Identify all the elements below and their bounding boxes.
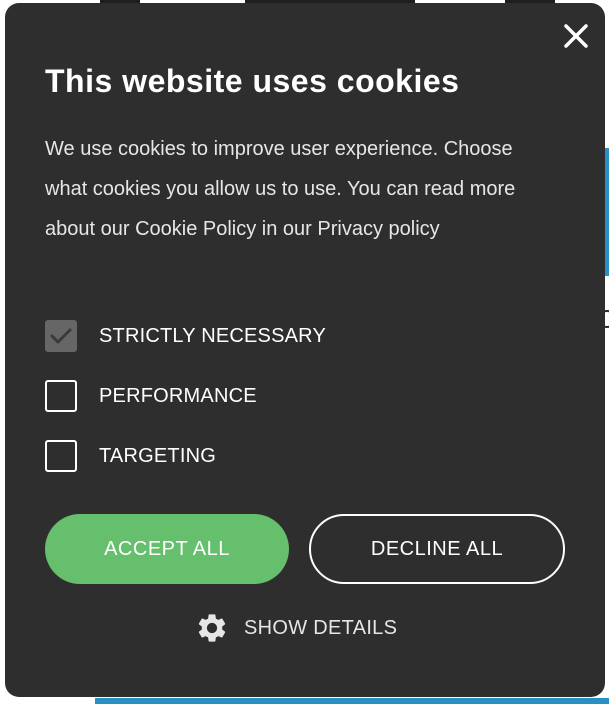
description-text: We use cookies to improve user experienc…: [45, 138, 516, 240]
accept-all-button[interactable]: ACCEPT ALL: [45, 514, 289, 584]
performance-checkbox[interactable]: [45, 380, 77, 412]
option-performance[interactable]: PERFORMANCE: [45, 380, 326, 440]
background-fragment: [95, 698, 609, 704]
strictly-necessary-checkbox: [45, 320, 77, 352]
privacy-policy-link[interactable]: Privacy policy: [317, 218, 439, 240]
dialog-description: We use cookies to improve user experienc…: [45, 129, 545, 249]
gear-icon: [198, 614, 226, 642]
option-targeting[interactable]: TARGETING: [45, 440, 326, 500]
cookie-consent-dialog: This website uses cookies We use cookies…: [5, 3, 605, 697]
decline-all-button[interactable]: DECLINE ALL: [309, 514, 565, 584]
cookie-options: STRICTLY NECESSARY PERFORMANCE TARGETING: [45, 320, 326, 500]
option-label: TARGETING: [99, 445, 216, 467]
option-label: STRICTLY NECESSARY: [99, 325, 326, 347]
option-label: PERFORMANCE: [99, 385, 257, 407]
dialog-title: This website uses cookies: [45, 63, 460, 99]
show-details-button[interactable]: SHOW DETAILS: [195, 611, 397, 645]
close-button[interactable]: [561, 21, 591, 51]
checkmark-icon: [50, 328, 72, 344]
close-icon: [564, 24, 588, 48]
option-strictly-necessary: STRICTLY NECESSARY: [45, 320, 326, 380]
show-details-label: SHOW DETAILS: [244, 616, 398, 639]
targeting-checkbox[interactable]: [45, 440, 77, 472]
